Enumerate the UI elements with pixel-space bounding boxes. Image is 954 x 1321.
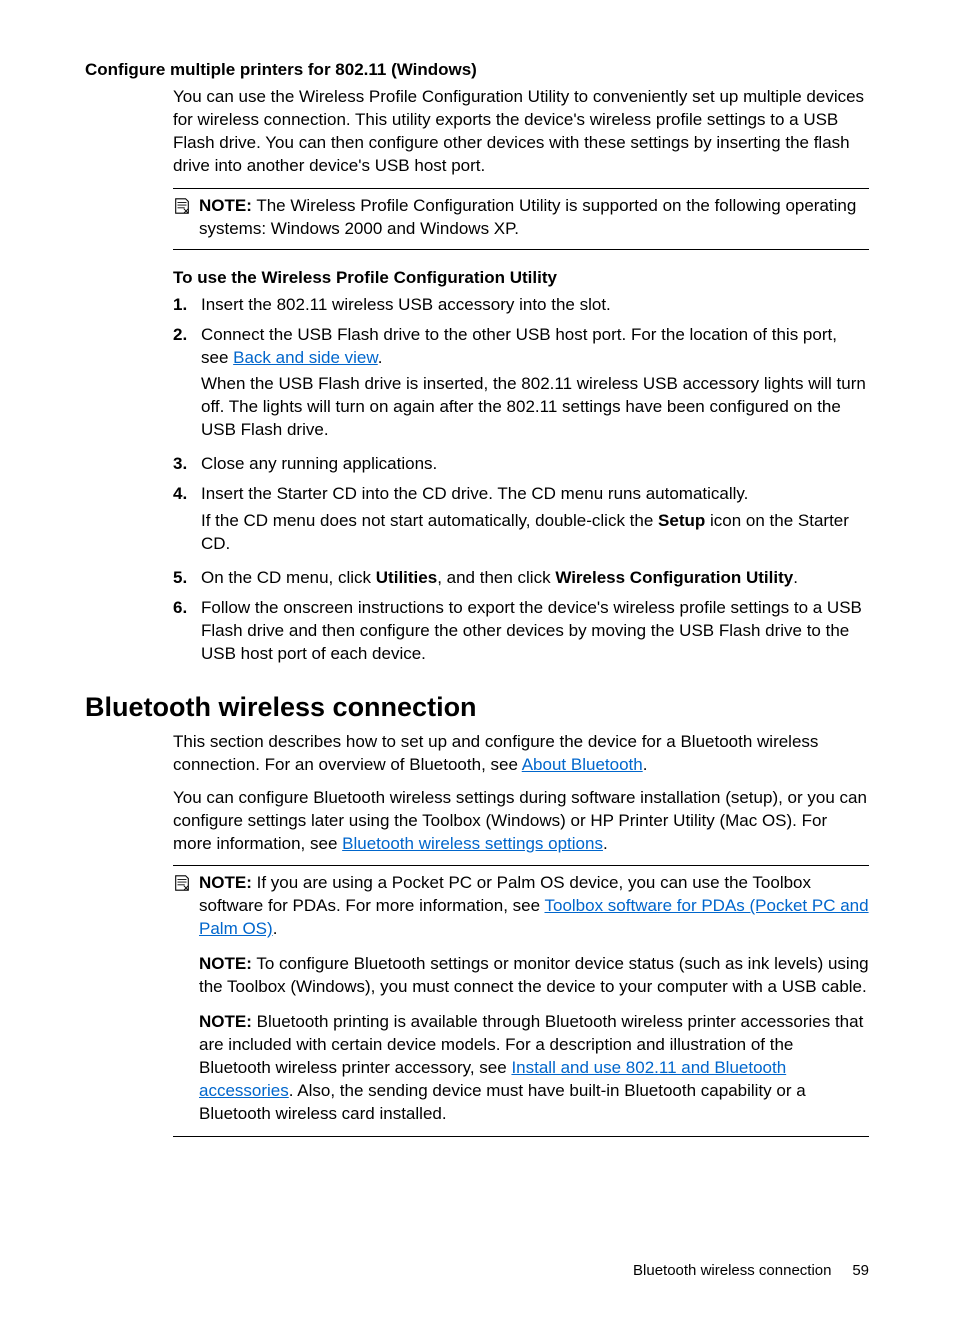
list-item: 5. On the CD menu, click Utilities, and … (173, 567, 869, 590)
list-item: 1. Insert the 802.11 wireless USB access… (173, 294, 869, 317)
note-body: The Wireless Profile Configuration Utili… (199, 196, 856, 238)
list-item: 6. Follow the onscreen instructions to e… (173, 597, 869, 666)
note-block-2: NOTE: To configure Bluetooth settings or… (199, 953, 869, 999)
step5-b: , and then click (437, 568, 555, 587)
about-bluetooth-link[interactable]: About Bluetooth (522, 755, 643, 774)
footer-text: Bluetooth wireless connection (633, 1262, 831, 1279)
list-item: 4. Insert the Starter CD into the CD dri… (173, 483, 869, 560)
step4-p1: Insert the Starter CD into the CD drive.… (201, 483, 869, 506)
section-heading: Configure multiple printers for 802.11 (… (85, 60, 869, 80)
step4-p2a: If the CD menu does not start automatica… (201, 511, 658, 530)
bt-settings-link[interactable]: Bluetooth wireless settings options (342, 834, 603, 853)
step5-c: . (793, 568, 798, 587)
note-icon (173, 197, 193, 220)
step2-text-b: . (378, 348, 383, 367)
main-heading: Bluetooth wireless connection (85, 692, 869, 723)
step5-a: On the CD menu, click (201, 568, 376, 587)
back-side-view-link[interactable]: Back and side view (233, 348, 378, 367)
setup-bold: Setup (658, 511, 705, 530)
list-number: 2. (173, 324, 201, 447)
list-number: 6. (173, 597, 201, 666)
note-label: NOTE: (199, 1012, 252, 1031)
list-number: 3. (173, 453, 201, 476)
list-item: 3. Close any running applications. (173, 453, 869, 476)
note-icon (173, 874, 193, 899)
list-number: 4. (173, 483, 201, 560)
intro-paragraph: You can use the Wireless Profile Configu… (173, 86, 869, 178)
ordered-list: 1. Insert the 802.11 wireless USB access… (173, 294, 869, 666)
bt-p2b: . (603, 834, 608, 853)
page-footer: Bluetooth wireless connection 59 (633, 1262, 869, 1279)
sub-heading: To use the Wireless Profile Configuratio… (173, 268, 869, 288)
bt-p1b: . (643, 755, 648, 774)
list-body: Close any running applications. (201, 453, 869, 476)
note2-text: To configure Bluetooth settings or monit… (199, 954, 869, 996)
bt-p1a: This section describes how to set up and… (173, 732, 818, 774)
note-block-3: NOTE: Bluetooth printing is available th… (199, 1011, 869, 1126)
note-label: NOTE: (199, 196, 252, 215)
list-number: 1. (173, 294, 201, 317)
note-box: NOTE: The Wireless Profile Configuration… (173, 188, 869, 250)
list-body: Insert the Starter CD into the CD drive.… (201, 483, 869, 560)
note-label: NOTE: (199, 954, 252, 973)
note1-b: . (273, 919, 278, 938)
utilities-bold: Utilities (376, 568, 437, 587)
note-label: NOTE: (199, 873, 252, 892)
multi-note-box: NOTE: If you are using a Pocket PC or Pa… (173, 865, 869, 1136)
wcu-bold: Wireless Configuration Utility (555, 568, 793, 587)
note-text: NOTE: The Wireless Profile Configuration… (199, 195, 869, 241)
page-number: 59 (852, 1262, 869, 1279)
step2-p2: When the USB Flash drive is inserted, th… (201, 373, 869, 442)
note-block-1: NOTE: If you are using a Pocket PC or Pa… (173, 872, 869, 941)
list-number: 5. (173, 567, 201, 590)
bt-p2: You can configure Bluetooth wireless set… (173, 787, 869, 856)
list-body: Follow the onscreen instructions to expo… (201, 597, 869, 666)
note3-b: . Also, the sending device must have bui… (199, 1081, 806, 1123)
list-body: Insert the 802.11 wireless USB accessory… (201, 294, 869, 317)
list-body: On the CD menu, click Utilities, and the… (201, 567, 869, 590)
list-item: 2. Connect the USB Flash drive to the ot… (173, 324, 869, 447)
bt-p1: This section describes how to set up and… (173, 731, 869, 777)
list-body: Connect the USB Flash drive to the other… (201, 324, 869, 447)
